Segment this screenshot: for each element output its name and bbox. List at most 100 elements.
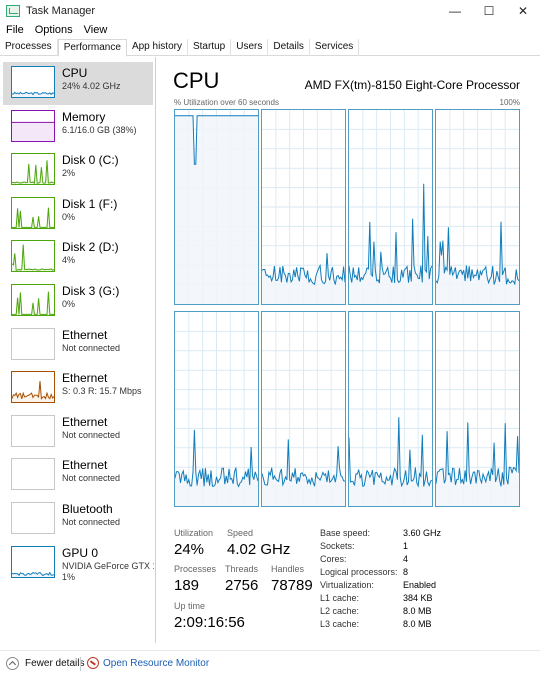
handles-label: Handles bbox=[271, 564, 305, 574]
spec-value: 384 KB bbox=[403, 593, 433, 603]
close-button[interactable]: ✕ bbox=[506, 0, 540, 22]
sidebar-item-status: NVIDIA GeForce GTX 1060 bbox=[62, 560, 154, 571]
spec-value: 8.0 MB bbox=[403, 619, 432, 629]
speed-label: Speed bbox=[227, 528, 254, 538]
utilization-value: 24% bbox=[174, 541, 205, 558]
sidebar-item-memory[interactable]: Memory 6.1/16.0 GB (38%) bbox=[3, 106, 153, 149]
sidebar-item-disk-1[interactable]: Disk 1 (F:) 0% bbox=[3, 193, 153, 236]
core-graph-5 bbox=[261, 311, 346, 507]
threads-value: 2756 bbox=[225, 577, 259, 594]
menu-file[interactable]: File bbox=[6, 24, 24, 36]
title-bar: Task Manager — ☐ ✕ bbox=[0, 0, 540, 22]
spec-value: Enabled bbox=[403, 580, 437, 590]
sidebar-item-cpu[interactable]: CPU 24% 4.02 GHz bbox=[3, 62, 153, 105]
sidebar-item-ethernet-4[interactable]: Ethernet Not connected bbox=[3, 454, 153, 497]
sidebar-item-bluetooth[interactable]: Bluetooth Not connected bbox=[3, 498, 153, 541]
sidebar-item-label: Ethernet bbox=[62, 458, 108, 473]
sidebar-item-status: 4% bbox=[62, 255, 76, 266]
sidebar-item-status: 0% bbox=[62, 299, 76, 309]
open-resource-monitor-link[interactable]: Open Resource Monitor bbox=[103, 658, 209, 669]
speed-value: 4.02 GHz bbox=[227, 541, 291, 558]
core-graph-0 bbox=[174, 109, 259, 305]
threads-label: Threads bbox=[225, 564, 259, 574]
sidebar-item-usage: 1% bbox=[62, 571, 76, 582]
spec-label: Sockets: bbox=[320, 541, 355, 551]
spec-value: 8 bbox=[403, 567, 409, 577]
sidebar-item-label: GPU 0 bbox=[62, 545, 99, 560]
uptime-label: Up time bbox=[174, 601, 206, 611]
disk-graph-icon bbox=[11, 284, 55, 316]
uptime-value: 2:09:16:56 bbox=[174, 614, 245, 631]
memory-graph-icon bbox=[11, 109, 55, 142]
sidebar-item-disk-3[interactable]: Disk 3 (G:) 0% bbox=[3, 280, 153, 323]
sidebar-item-label: Bluetooth bbox=[62, 502, 113, 516]
sidebar-item-status: S: 0.3 R: 15.7 Mbps bbox=[62, 386, 142, 397]
tab-app-history[interactable]: App history bbox=[127, 39, 188, 56]
bluetooth-graph-icon bbox=[11, 502, 55, 534]
spec-label: L2 cache: bbox=[320, 606, 360, 616]
core-graph-2 bbox=[348, 109, 433, 305]
page-title: CPU bbox=[173, 68, 220, 93]
spec-value: 3.60 GHz bbox=[403, 528, 442, 538]
sidebar-item-disk-2[interactable]: Disk 2 (D:) 4% bbox=[3, 236, 153, 279]
core-graph-4 bbox=[174, 311, 259, 507]
core-graph-6 bbox=[348, 311, 433, 507]
tab-details[interactable]: Details bbox=[268, 39, 310, 56]
sidebar-item-ethernet-3[interactable]: Ethernet Not connected bbox=[3, 411, 153, 454]
sidebar-item-label: Disk 2 (D:) bbox=[62, 240, 119, 255]
tab-processes[interactable]: Processes bbox=[0, 39, 58, 56]
sidebar-item-status: Not connected bbox=[62, 473, 121, 484]
resource-monitor-icon[interactable] bbox=[87, 657, 99, 669]
sidebar-item-label: Disk 3 (G:) bbox=[62, 284, 120, 298]
sidebar-item-ethernet-2[interactable]: Ethernet S: 0.3 R: 15.7 Mbps bbox=[3, 367, 153, 410]
sidebar-item-status: 6.1/16.0 GB (38%) bbox=[62, 124, 137, 135]
task-manager-icon bbox=[6, 5, 20, 17]
footer-divider bbox=[80, 657, 81, 671]
tab-startup[interactable]: Startup bbox=[188, 39, 232, 56]
tab-users[interactable]: Users bbox=[231, 39, 269, 56]
spec-value: 8.0 MB bbox=[403, 606, 432, 616]
chevron-up-icon[interactable] bbox=[6, 657, 19, 670]
sidebar-item-label: Ethernet bbox=[62, 371, 108, 386]
cpu-graph-icon bbox=[11, 66, 55, 98]
window-controls: — ☐ ✕ bbox=[438, 0, 540, 22]
sidebar-item-label: CPU bbox=[62, 66, 88, 80]
menu-bar: File Options View bbox=[0, 22, 540, 38]
disk-graph-icon bbox=[11, 196, 55, 229]
menu-options[interactable]: Options bbox=[35, 24, 73, 36]
spec-value: 4 bbox=[403, 554, 409, 564]
sidebar-item-label: Disk 1 (F:) bbox=[62, 196, 118, 211]
core-graph-1 bbox=[261, 109, 346, 305]
handles-value: 78789 bbox=[271, 577, 313, 594]
processes-value: 189 bbox=[174, 577, 200, 594]
sidebar-item-status: Not connected bbox=[62, 342, 121, 353]
sidebar-item-status: 24% 4.02 GHz bbox=[62, 81, 121, 91]
core-graph-3 bbox=[435, 109, 520, 305]
sidebar-item-label: Memory bbox=[62, 109, 106, 124]
ethernet-graph-icon bbox=[11, 327, 55, 360]
maximize-button[interactable]: ☐ bbox=[472, 0, 506, 22]
graph-max-label: 100% bbox=[499, 98, 520, 107]
spec-value: 1 bbox=[403, 541, 409, 551]
sidebar-item-label: Ethernet bbox=[62, 414, 108, 429]
spec-label: Logical processors: bbox=[320, 567, 398, 577]
processor-model: AMD FX(tm)-8150 Eight-Core Processor bbox=[304, 78, 520, 92]
sidebar-item-ethernet-1[interactable]: Ethernet Not connected bbox=[3, 324, 153, 367]
fewer-details-link[interactable]: Fewer details bbox=[25, 658, 84, 669]
sidebar-item-gpu-0[interactable]: GPU 0NVIDIA GeForce GTX 10601% bbox=[3, 542, 154, 585]
utilization-label: Utilization bbox=[174, 528, 214, 538]
ethernet-graph-icon bbox=[11, 458, 55, 491]
disk-graph-icon bbox=[11, 240, 55, 273]
minimize-button[interactable]: — bbox=[438, 0, 472, 22]
menu-view[interactable]: View bbox=[84, 24, 108, 36]
sidebar-item-disk-0[interactable]: Disk 0 (C:) 2% bbox=[3, 149, 153, 192]
disk-graph-icon bbox=[11, 153, 55, 186]
sidebar-item-status: 0% bbox=[62, 211, 76, 222]
spec-label: Cores: bbox=[320, 554, 347, 564]
core-graph-7 bbox=[435, 311, 520, 507]
tab-services[interactable]: Services bbox=[310, 39, 360, 56]
tab-performance[interactable]: Performance bbox=[57, 39, 127, 57]
graph-caption: % Utilization over 60 seconds bbox=[174, 98, 279, 107]
window-title: Task Manager bbox=[26, 5, 96, 17]
performance-sidebar: CPU 24% 4.02 GHz Memory 6.1/16.0 GB (38%) Di… bbox=[0, 57, 156, 643]
